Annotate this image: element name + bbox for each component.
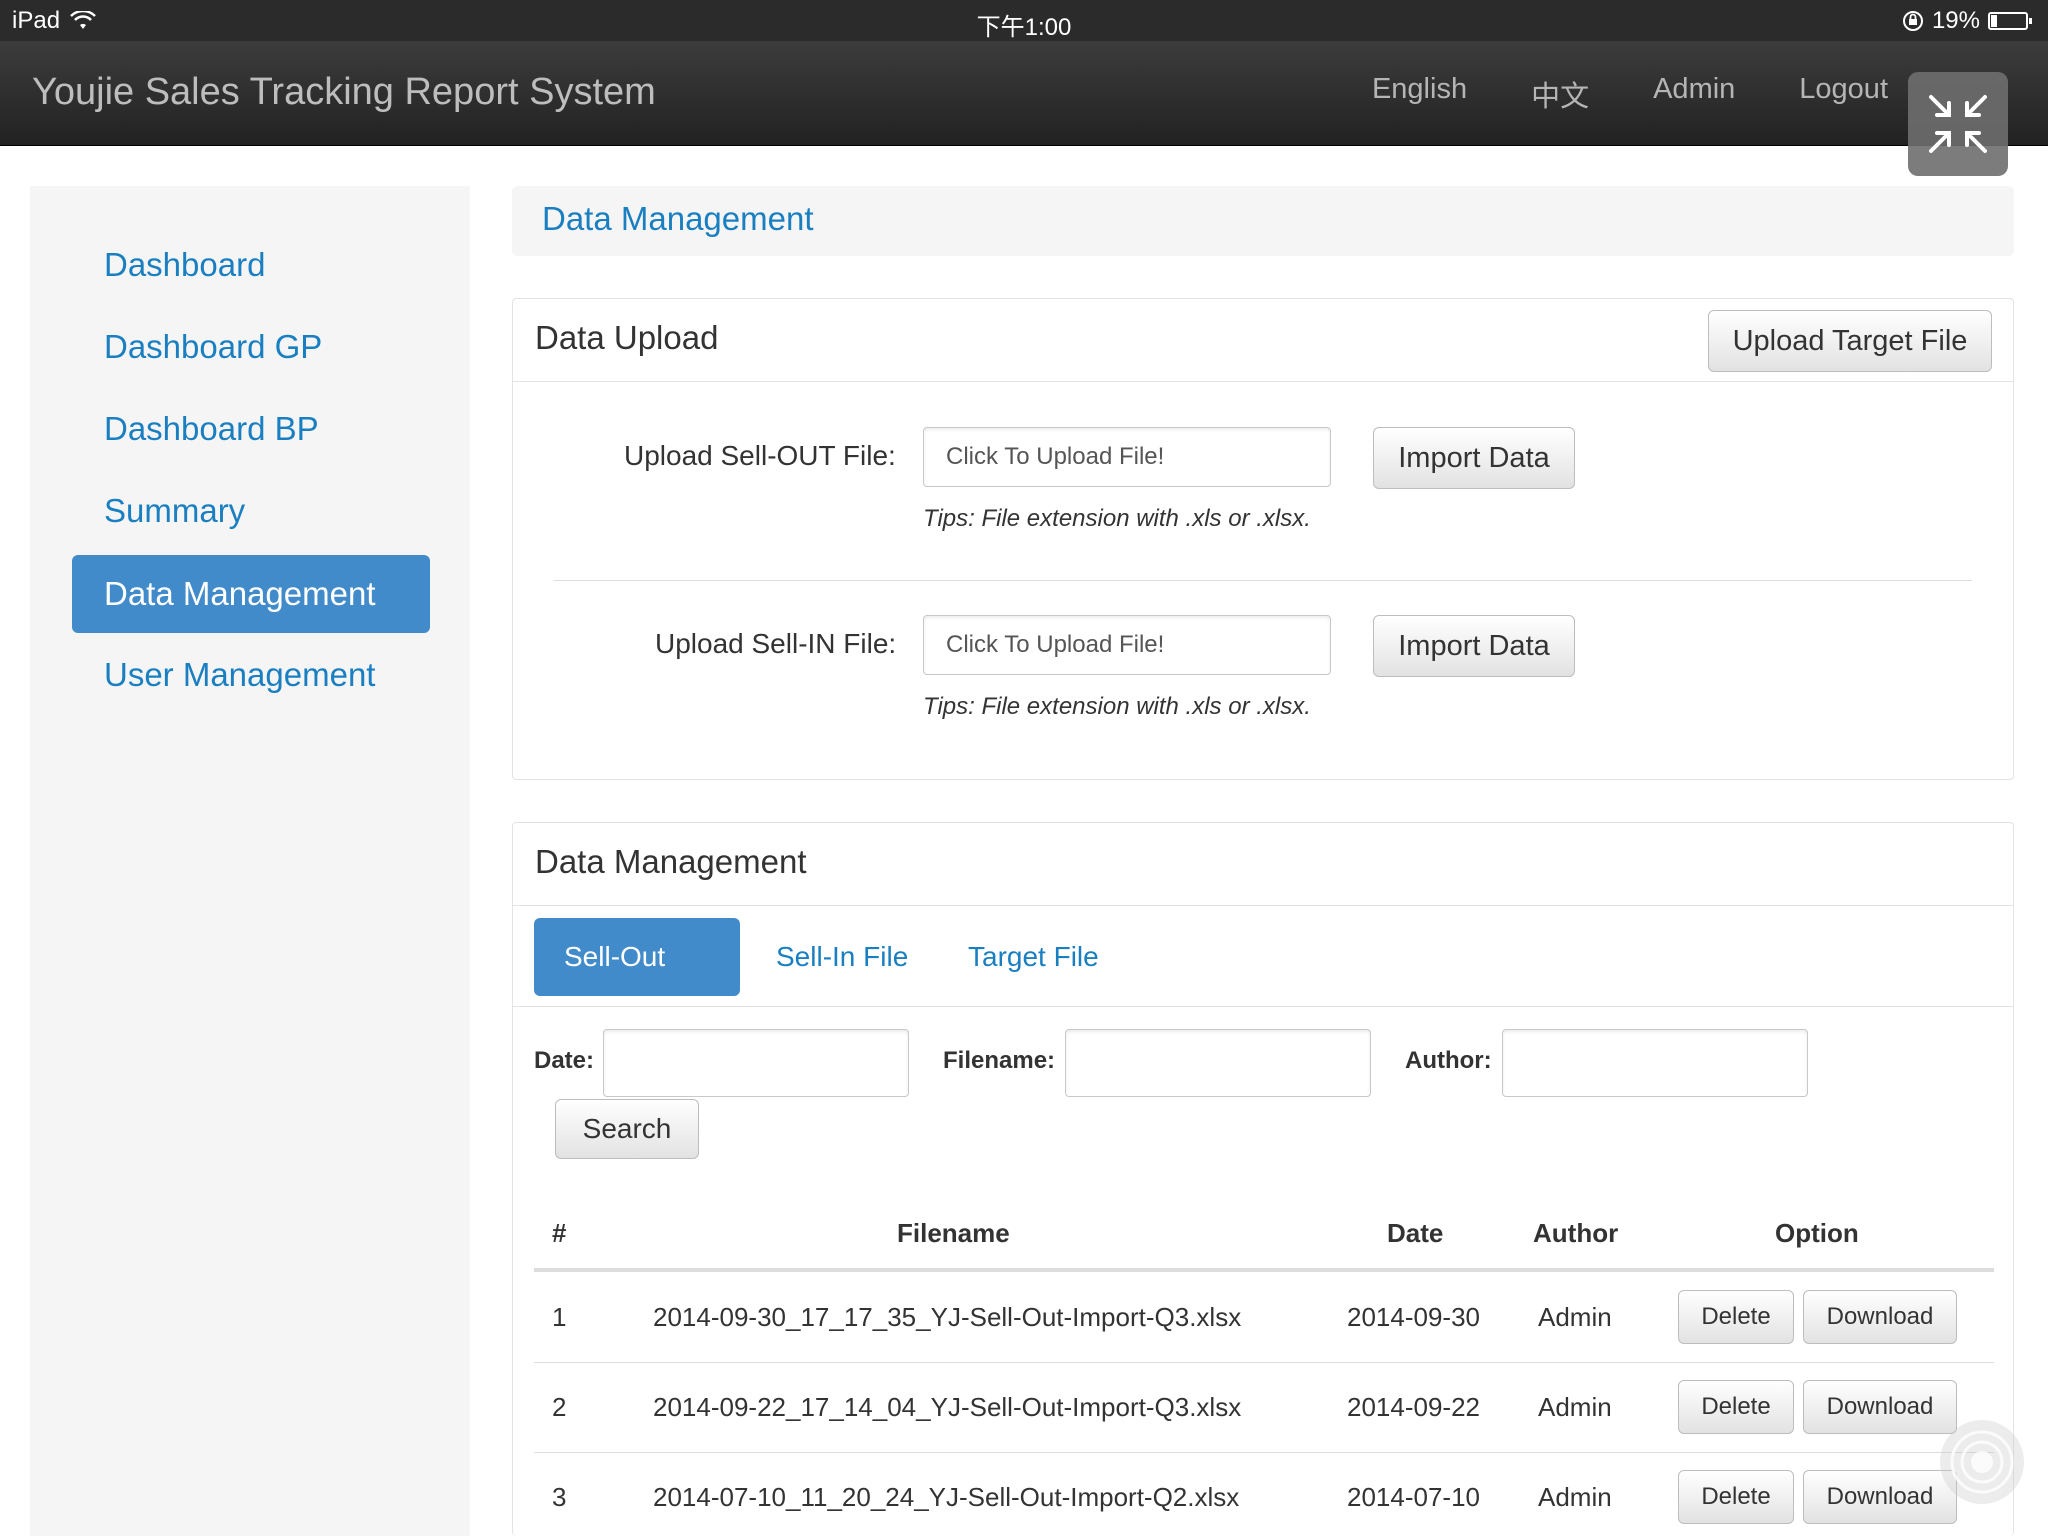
sell-out-label: Upload Sell-OUT File: — [624, 440, 896, 471]
row-date: 2014-07-10 — [1347, 1482, 1480, 1512]
exit-fullscreen-button[interactable] — [1908, 72, 2008, 176]
sell-in-label: Upload Sell-IN File: — [655, 628, 897, 659]
download-button[interactable]: Download — [1803, 1290, 1957, 1344]
column-header-author: Author — [1533, 1218, 1619, 1248]
column-header-option: Option — [1775, 1218, 1859, 1248]
row-filename: 2014-07-10_11_20_24_YJ-Sell-Out-Import-Q… — [653, 1482, 1240, 1512]
nav-link-english[interactable]: English — [1372, 73, 1467, 115]
nav-link-chinese[interactable]: 中文 — [1531, 73, 1589, 115]
date-filter-input[interactable] — [603, 1029, 909, 1097]
author-filter-label: Author: — [1405, 1047, 1492, 1074]
sell-in-tip: Tips: File extension with .xls or .xlsx. — [923, 693, 1311, 720]
sell-out-import-button[interactable]: Import Data — [1373, 427, 1575, 489]
page-title-bar: Data Management — [512, 186, 2014, 256]
row-author: Admin — [1538, 1392, 1612, 1422]
assistive-touch-icon — [1950, 1430, 2014, 1494]
column-header-number: # — [552, 1218, 567, 1248]
row-filename: 2014-09-30_17_17_35_YJ-Sell-Out-Import-Q… — [653, 1302, 1242, 1332]
orientation-lock-icon — [1902, 11, 1923, 31]
clock: 下午1:00 — [976, 14, 1072, 41]
assistive-touch-button[interactable] — [1940, 1420, 2024, 1504]
download-button[interactable]: Download — [1803, 1380, 1957, 1434]
row-divider — [534, 1362, 1994, 1363]
sidebar-item-data-management[interactable]: Data Management — [72, 555, 430, 633]
sidebar-item-dashboard[interactable]: Dashboard — [72, 226, 430, 304]
author-filter-input[interactable] — [1502, 1029, 1808, 1097]
delete-button[interactable]: Delete — [1678, 1290, 1794, 1344]
tab-sell-out-file[interactable]: Sell-Out File — [534, 918, 740, 1050]
sidebar-item-user-management[interactable]: User Management — [72, 636, 430, 714]
sell-out-tip: Tips: File extension with .xls or .xlsx. — [923, 505, 1311, 532]
sidebar-item-dashboard-bp[interactable]: Dashboard BP — [72, 390, 430, 468]
filename-filter-label: Filename: — [943, 1047, 1056, 1074]
row-date: 2014-09-22 — [1347, 1392, 1480, 1422]
sell-in-import-button[interactable]: Import Data — [1373, 615, 1575, 677]
tab-target-file[interactable]: Target File — [938, 918, 1129, 996]
page-title: Data Management — [542, 200, 814, 237]
delete-button[interactable]: Delete — [1678, 1380, 1794, 1434]
data-upload-title: Data Upload — [535, 319, 719, 356]
sidebar-item-summary[interactable]: Summary — [72, 472, 430, 550]
filename-filter-input[interactable] — [1065, 1029, 1371, 1097]
row-filename: 2014-09-22_17_14_04_YJ-Sell-Out-Import-Q… — [653, 1392, 1242, 1422]
battery-icon — [1988, 12, 2032, 30]
tab-sell-in-file[interactable]: Sell-In File — [746, 918, 938, 996]
nav-link-admin[interactable]: Admin — [1653, 73, 1735, 115]
top-navbar: Youjie Sales Tracking Report System Engl… — [0, 41, 2048, 146]
table-header-divider — [534, 1268, 1994, 1272]
row-date: 2014-09-30 — [1347, 1302, 1480, 1332]
upload-divider — [554, 580, 1972, 581]
row-divider — [534, 1452, 1994, 1453]
sell-in-file-field[interactable]: Click To Upload File! — [923, 615, 1331, 675]
sidebar: Dashboard Dashboard GP Dashboard BP Summ… — [30, 186, 470, 1536]
data-management-title: Data Management — [535, 843, 807, 880]
battery-percent: 19% — [1931, 7, 1980, 34]
tabs-divider — [512, 1006, 2014, 1007]
search-button[interactable]: Search — [555, 1099, 699, 1159]
column-header-date: Date — [1387, 1218, 1444, 1248]
download-button[interactable]: Download — [1803, 1470, 1957, 1524]
sidebar-item-dashboard-gp[interactable]: Dashboard GP — [72, 308, 430, 386]
delete-button[interactable]: Delete — [1678, 1470, 1794, 1524]
sell-out-file-field[interactable]: Click To Upload File! — [923, 427, 1331, 487]
column-header-filename: Filename — [897, 1218, 1010, 1248]
row-number: 3 — [552, 1482, 567, 1512]
row-number: 2 — [552, 1392, 567, 1422]
status-bar: iPad 下午1:00 19% — [0, 0, 2048, 41]
row-author: Admin — [1538, 1482, 1612, 1512]
row-number: 1 — [552, 1302, 567, 1332]
nav-link-logout[interactable]: Logout — [1799, 73, 1888, 115]
upload-target-file-button[interactable]: Upload Target File — [1708, 310, 1992, 372]
row-author: Admin — [1538, 1302, 1612, 1332]
date-filter-label: Date: — [534, 1047, 595, 1074]
collapse-arrows-icon — [1929, 95, 1987, 153]
app-brand[interactable]: Youjie Sales Tracking Report System — [32, 71, 656, 114]
